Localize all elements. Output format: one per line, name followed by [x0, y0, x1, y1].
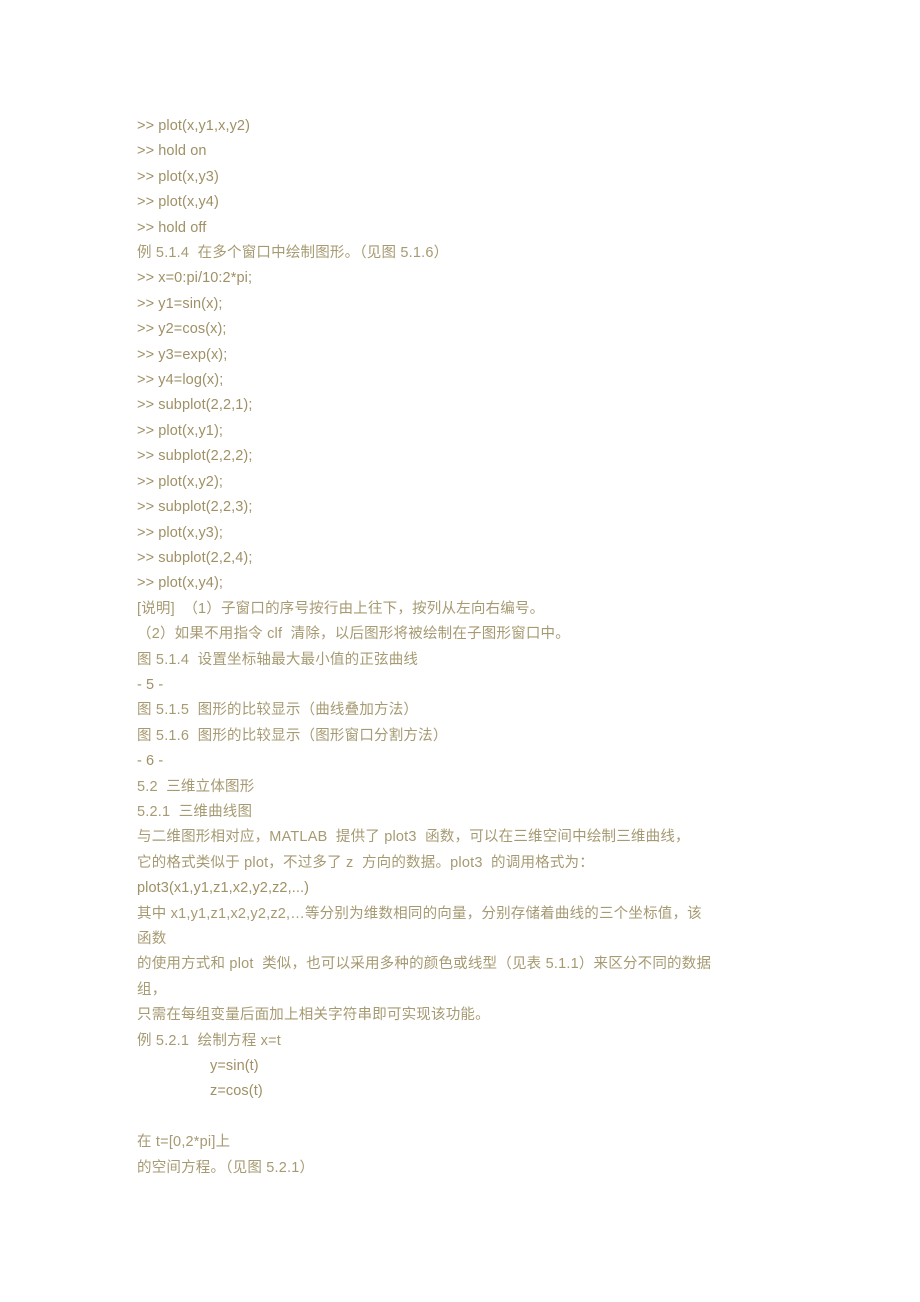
text-line: >> subplot(2,2,4);: [137, 549, 253, 566]
text-line: 的空间方程。（见图 5.2.1）: [137, 1159, 315, 1176]
text-line: >> hold on: [137, 143, 207, 160]
text-line: 例 5.1.4 在多个窗口中绘制图形。（见图 5.1.6）: [137, 245, 449, 262]
figure-caption-line: 图 5.1.6 图形的比较显示（图形窗口分割方法）: [137, 727, 448, 744]
page-number-line: - 6 -: [137, 753, 164, 770]
text-line: >> y3=exp(x);: [137, 346, 228, 363]
text-line: >> hold off: [137, 219, 207, 236]
text-line: >> y1=sin(x);: [137, 295, 223, 312]
text-line: 例 5.2.1 绘制方程 x=t: [137, 1032, 282, 1049]
text-line: >> plot(x,y3);: [137, 524, 224, 541]
text-line: plot3(x1,y1,z1,x2,y2,z2,...): [137, 880, 310, 897]
text-line: 其中 x1,y1,z1,x2,y2,z2,…等分别为维数相同的向量，分别存储着曲…: [137, 905, 702, 922]
text-line: >> plot(x,y1,x,y2): [137, 118, 251, 134]
text-line: 图 5.1.4 设置坐标轴最大最小值的正弦曲线: [137, 651, 419, 668]
document-text-body: >> plot(x,y1,x,y2) >> hold on >> plot(x,…: [137, 114, 797, 1181]
text-line: >> plot(x,y4): [137, 194, 219, 211]
text-line: 函数: [137, 931, 167, 947]
text-line: >> y4=log(x);: [137, 372, 224, 389]
text-line: >> subplot(2,2,2);: [137, 448, 253, 465]
text-line: （2）如果不用指令 clf 清除，以后图形将被绘制在子图形窗口中。: [137, 626, 570, 643]
text-line: >> y2=cos(x);: [137, 321, 227, 338]
section-heading: 5.2 三维立体图形: [137, 778, 255, 795]
text-line: 与二维图形相对应，MATLAB 提供了 plot3 函数，可以在三维空间中绘制三…: [137, 829, 690, 846]
text-line: >> plot(x,y3): [137, 168, 219, 185]
figure-caption-line: 图 5.1.5 图形的比较显示（曲线叠加方法）: [137, 702, 419, 719]
text-line: [说明] （1）子窗口的序号按行由上往下，按列从左向右编号。: [137, 600, 545, 617]
text-line: 只需在每组变量后面加上相关字符串即可实现该功能。: [137, 1007, 490, 1024]
text-line: >> x=0:pi/10:2*pi;: [137, 270, 253, 287]
equation-line: y=sin(t): [210, 1058, 259, 1075]
document-page: >> plot(x,y1,x,y2) >> hold on >> plot(x,…: [0, 0, 920, 1302]
text-line: >> subplot(2,2,3);: [137, 499, 253, 516]
subsection-heading: 5.2.1 三维曲线图: [137, 803, 253, 820]
text-line: 它的格式类似于 plot，不过多了 z 方向的数据。plot3 的调用格式为：: [137, 854, 594, 871]
text-line: 的使用方式和 plot 类似，也可以采用多种的颜色或线型（见表 5.1.1）来区…: [137, 956, 712, 973]
page-number-line: - 5 -: [137, 676, 164, 693]
text-line: >> subplot(2,2,1);: [137, 397, 253, 414]
text-line: >> plot(x,y1);: [137, 422, 224, 439]
text-line: >> plot(x,y2);: [137, 473, 224, 490]
equation-line: z=cos(t): [210, 1083, 263, 1100]
text-line: 组，: [137, 981, 167, 998]
text-line: 在 t=[0,2*pi]上: [137, 1134, 231, 1151]
text-line: >> plot(x,y4);: [137, 575, 224, 592]
